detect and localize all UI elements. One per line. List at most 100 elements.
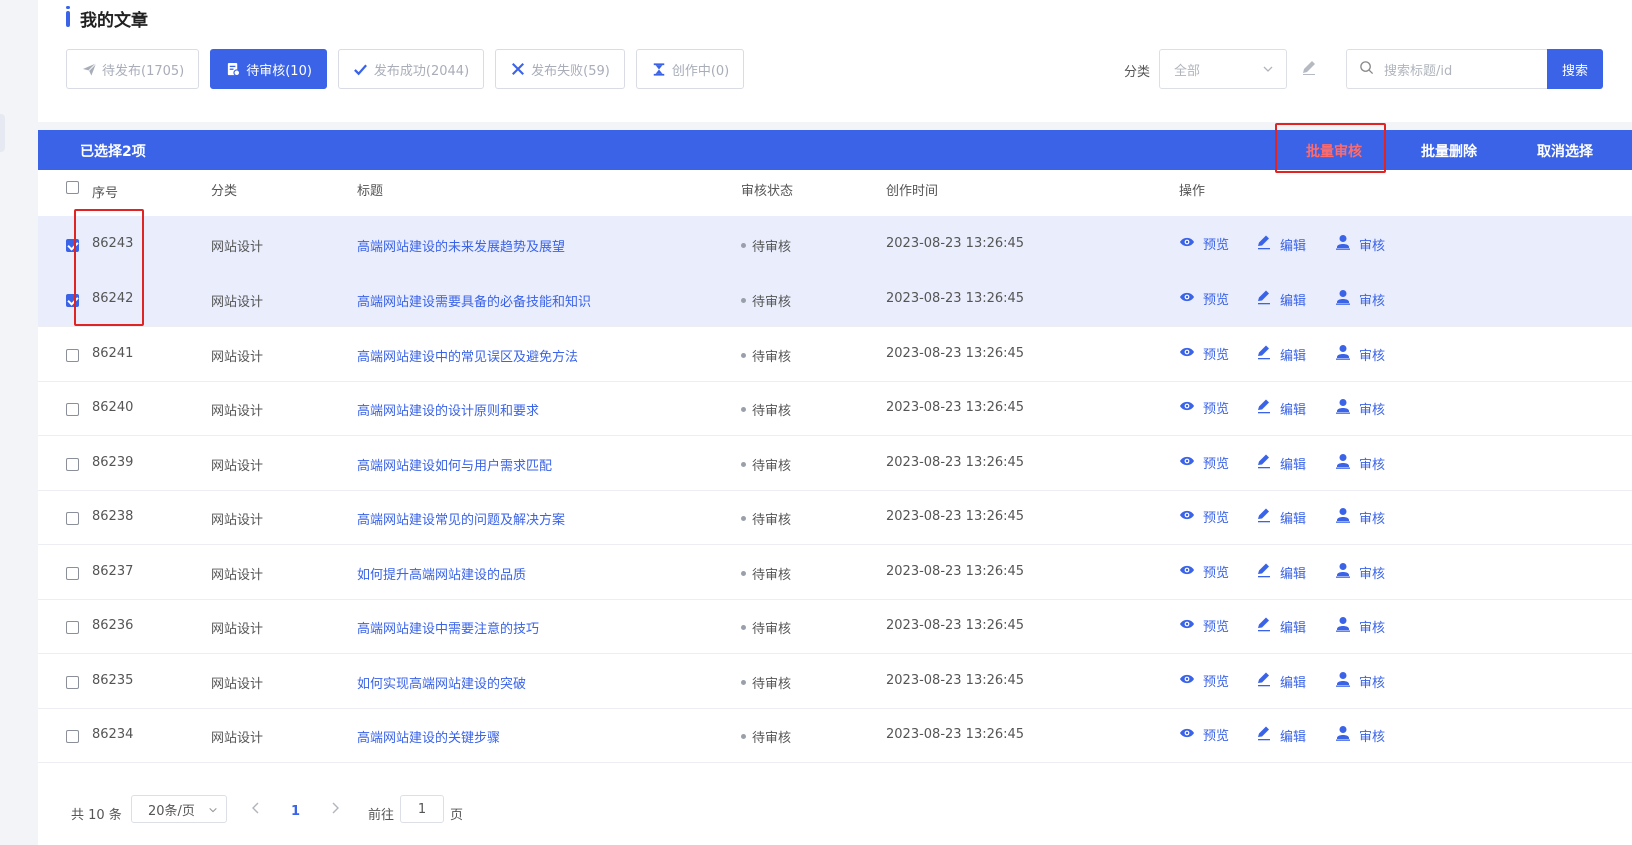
- review-button[interactable]: 审核: [1335, 344, 1385, 364]
- row-status: 待审核: [741, 727, 791, 746]
- table-row: 86237 网站设计 如何提升高端网站建设的品质 待审核 2023-08-23 13:2…: [38, 544, 1632, 600]
- row-checkbox[interactable]: [66, 512, 79, 525]
- row-checkbox[interactable]: [66, 458, 79, 471]
- preview-button[interactable]: 预览: [1179, 398, 1229, 417]
- review-button[interactable]: 审核: [1335, 289, 1385, 309]
- tab-label: 发布成功(2044): [373, 63, 470, 79]
- edit-button[interactable]: 编辑: [1256, 234, 1306, 254]
- edit-button[interactable]: 编辑: [1256, 344, 1306, 364]
- cancel-selection-button[interactable]: 取消选择: [1537, 141, 1593, 161]
- row-checkbox[interactable]: [66, 730, 79, 743]
- review-button[interactable]: 审核: [1335, 725, 1385, 745]
- status-dot-icon: [741, 462, 746, 467]
- review-button[interactable]: 审核: [1335, 671, 1385, 691]
- edit-category-icon[interactable]: [1300, 58, 1320, 78]
- review-button[interactable]: 审核: [1335, 562, 1385, 582]
- preview-label: 预览: [1203, 620, 1230, 635]
- user-icon: [1335, 398, 1359, 418]
- preview-button[interactable]: 预览: [1179, 671, 1229, 690]
- preview-button[interactable]: 预览: [1179, 507, 1229, 526]
- row-status-text: 待审核: [752, 404, 792, 419]
- review-button[interactable]: 审核: [1335, 507, 1385, 527]
- row-checkbox[interactable]: [66, 621, 79, 634]
- edit-button[interactable]: 编辑: [1256, 562, 1306, 582]
- row-title-link[interactable]: 如何实现高端网站建设的突破: [357, 673, 526, 692]
- search-input[interactable]: 搜索标题/id: [1346, 49, 1547, 89]
- row-created-time: 2023-08-23 13:26:45: [886, 618, 1025, 633]
- row-checkbox[interactable]: [66, 403, 79, 416]
- edit-button[interactable]: 编辑: [1256, 616, 1306, 636]
- row-status: 待审核: [741, 455, 791, 474]
- row-title-link[interactable]: 高端网站建设中需要注意的技巧: [357, 618, 539, 637]
- row-title-link[interactable]: 如何提升高端网站建设的品质: [357, 564, 526, 583]
- next-page-button[interactable]: [329, 801, 341, 819]
- tab-label: 待审核(10): [246, 63, 312, 79]
- pencil-icon: [1256, 344, 1280, 364]
- tab-drafting[interactable]: 创作中(0): [635, 49, 745, 89]
- preview-label: 预览: [1203, 348, 1230, 363]
- user-icon: [1335, 671, 1359, 691]
- edit-label: 编辑: [1280, 566, 1307, 582]
- pencil-icon: [1256, 562, 1280, 582]
- tab-pending-review[interactable]: 待审核(10): [210, 49, 327, 89]
- header-id: 序号: [92, 186, 119, 201]
- edit-button[interactable]: 编辑: [1256, 398, 1306, 418]
- table-row: 86242 网站设计 高端网站建设需要具备的必备技能和知识 待审核 2023-08-23…: [38, 271, 1632, 327]
- row-title-link[interactable]: 高端网站建设的关键步骤: [357, 727, 500, 746]
- preview-button[interactable]: 预览: [1179, 453, 1229, 472]
- preview-button[interactable]: 预览: [1179, 562, 1229, 581]
- row-checkbox[interactable]: [66, 567, 79, 580]
- pencil-icon: [1256, 289, 1280, 309]
- preview-button[interactable]: 预览: [1179, 725, 1229, 744]
- row-title-link[interactable]: 高端网站建设常见的问题及解决方案: [357, 509, 565, 528]
- status-dot-icon: [741, 625, 746, 630]
- row-title-link[interactable]: 高端网站建设如何与用户需求匹配: [357, 455, 552, 474]
- pencil-icon: [1256, 453, 1280, 473]
- review-button[interactable]: 审核: [1335, 234, 1385, 254]
- row-created-time: 2023-08-23 13:26:45: [886, 455, 1025, 470]
- tab-pending-publish[interactable]: 待发布(1705): [66, 49, 200, 89]
- main-panel: 我的文章 待发布(1705) 待审核(10) 发布成功(2044) 发布失败(5…: [38, 0, 1632, 845]
- preview-button[interactable]: 预览: [1179, 289, 1229, 308]
- edit-button[interactable]: 编辑: [1256, 507, 1306, 527]
- batch-delete-button[interactable]: 批量删除: [1421, 141, 1477, 161]
- row-status-text: 待审核: [752, 240, 792, 255]
- tab-publish-failed[interactable]: 发布失败(59): [495, 49, 625, 89]
- row-id: 86240: [92, 400, 134, 415]
- row-status: 待审核: [741, 291, 791, 310]
- row-title-link[interactable]: 高端网站建设的未来发展趋势及展望: [357, 236, 565, 255]
- prev-page-button[interactable]: [250, 801, 262, 819]
- edit-button[interactable]: 编辑: [1256, 671, 1306, 691]
- review-button[interactable]: 审核: [1335, 453, 1385, 473]
- edit-button[interactable]: 编辑: [1256, 289, 1306, 309]
- row-category: 网站设计: [211, 404, 264, 419]
- eye-icon: [1179, 727, 1203, 743]
- edit-button[interactable]: 编辑: [1256, 453, 1306, 473]
- category-select[interactable]: 全部: [1159, 49, 1287, 89]
- goto-label: 前往: [368, 808, 395, 823]
- select-all-checkbox[interactable]: [66, 181, 79, 194]
- tab-publish-success[interactable]: 发布成功(2044): [337, 49, 485, 89]
- pencil-icon: [1256, 671, 1280, 691]
- review-button[interactable]: 审核: [1335, 398, 1385, 418]
- header-created: 创作时间: [886, 184, 939, 199]
- page-number-current[interactable]: 1: [291, 804, 300, 819]
- row-checkbox[interactable]: [66, 349, 79, 362]
- eye-icon: [1179, 400, 1203, 416]
- review-label: 审核: [1359, 293, 1386, 309]
- page-size-select[interactable]: 20条/页: [131, 795, 227, 823]
- preview-button[interactable]: 预览: [1179, 616, 1229, 635]
- preview-button[interactable]: 预览: [1179, 234, 1229, 253]
- goto-page-input[interactable]: 1: [400, 795, 444, 823]
- review-button[interactable]: 审核: [1335, 616, 1385, 636]
- edit-button[interactable]: 编辑: [1256, 725, 1306, 745]
- search-button[interactable]: 搜索: [1547, 49, 1603, 89]
- tab-label: 创作中(0): [671, 63, 730, 79]
- preview-button[interactable]: 预览: [1179, 344, 1229, 363]
- row-id: 86238: [92, 509, 134, 524]
- row-title-link[interactable]: 高端网站建设需要具备的必备技能和知识: [357, 291, 591, 310]
- row-title-link[interactable]: 高端网站建设中的常见误区及避免方法: [357, 346, 578, 365]
- row-created-time: 2023-08-23 13:26:45: [886, 291, 1025, 306]
- row-title-link[interactable]: 高端网站建设的设计原则和要求: [357, 400, 539, 419]
- row-checkbox[interactable]: [66, 676, 79, 689]
